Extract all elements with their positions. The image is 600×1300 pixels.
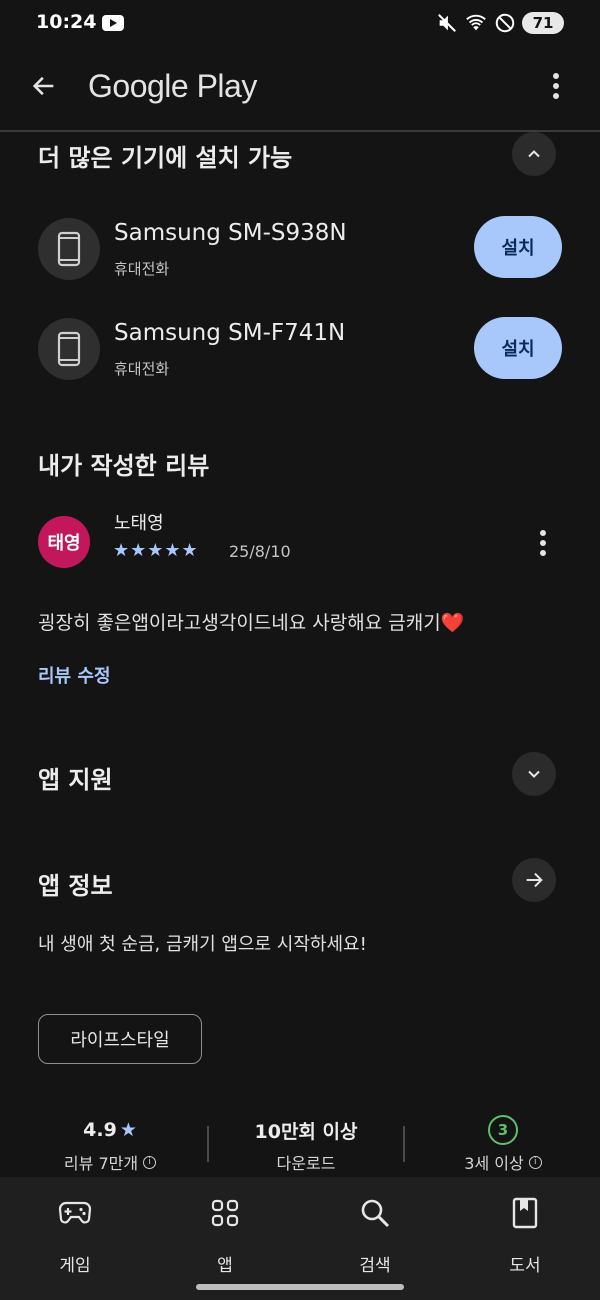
more-vert-icon: [540, 530, 546, 556]
book-icon: [507, 1195, 543, 1231]
review-more-button[interactable]: [530, 528, 556, 558]
app-description: 내 생애 첫 순금, 금캐기 앱으로 시작하세요!: [38, 934, 367, 955]
info-icon: i: [143, 1155, 157, 1169]
age-rating-label: 3세 이상: [464, 1154, 524, 1173]
stat-divider: [207, 1126, 209, 1162]
gamepad-icon: [57, 1195, 93, 1231]
nav-item-books[interactable]: 도서: [450, 1177, 600, 1277]
downloads-value: 10만회 이상: [254, 1120, 358, 1143]
nav-label-search: 검색: [359, 1256, 391, 1276]
downloads-stat: 10만회 이상 다운로드: [221, 1116, 391, 1174]
devices-section-title: 더 많은 기기에 설치 가능: [38, 144, 293, 172]
device-type: 휴대전화: [114, 360, 170, 378]
nav-label-games: 게임: [59, 1256, 91, 1276]
device-icon-container: [38, 218, 100, 280]
battery-level: 71: [532, 14, 554, 32]
arrow-forward-icon: [526, 872, 543, 888]
device-name: Samsung SM-F741N: [114, 320, 346, 346]
review-text: 굉장히 좋은앱이라고생각이드네요 사랑해요 금캐기❤️: [38, 612, 465, 634]
avatar: 태영: [38, 516, 90, 568]
expand-support-button[interactable]: [512, 752, 556, 796]
status-bar: 10:24 71: [0, 0, 600, 48]
category-chip[interactable]: 라이프스타일: [38, 1014, 202, 1064]
app-info-button[interactable]: [512, 858, 556, 902]
top-app-bar: Google Play: [0, 48, 600, 130]
phone-icon: [57, 231, 81, 267]
stat-divider: [403, 1126, 405, 1162]
apps-grid-icon: [207, 1195, 243, 1231]
nav-item-apps[interactable]: 앱: [150, 1177, 300, 1277]
review-count: 리뷰 7만개: [63, 1154, 139, 1173]
star-rating: ★★★★★: [113, 540, 199, 561]
downloads-label: 다운로드: [276, 1154, 336, 1173]
device-row: Samsung SM-F741N 휴대전화 설치: [0, 310, 600, 390]
phone-icon: [57, 331, 81, 367]
device-icon-container: [38, 318, 100, 380]
mute-icon: [438, 14, 456, 32]
do-not-disturb-icon: [495, 13, 515, 33]
wifi-icon: [466, 14, 486, 31]
device-name: Samsung SM-S938N: [114, 220, 347, 246]
review-date: 25/8/10: [229, 542, 291, 561]
install-button[interactable]: 설치: [474, 216, 562, 278]
arrow-back-icon: [32, 76, 54, 96]
reviewer-name: 노태영: [114, 513, 164, 534]
rating-value: 4.9: [83, 1119, 117, 1141]
age-rating-badge: 3: [488, 1115, 518, 1145]
app-support-title: 앱 지원: [38, 766, 113, 794]
youtube-notification-icon: [102, 15, 124, 31]
status-icons: 71: [436, 10, 564, 36]
rating-stat[interactable]: 4.9 ★ 리뷰 7만개 i: [25, 1116, 195, 1174]
my-review-title: 내가 작성한 리뷰: [38, 452, 210, 480]
edit-review-link[interactable]: 리뷰 수정: [38, 662, 111, 688]
device-type: 휴대전화: [114, 260, 170, 278]
bottom-navigation: 게임 앱 검색 도서: [0, 1177, 600, 1300]
chevron-up-icon: [528, 150, 540, 158]
nav-item-games[interactable]: 게임: [0, 1177, 150, 1277]
search-icon: [357, 1195, 393, 1231]
device-row: Samsung SM-S938N 휴대전화 설치: [0, 210, 600, 290]
chevron-down-icon: [528, 770, 540, 778]
app-bar-divider: [0, 130, 600, 132]
app-title: Google Play: [88, 68, 257, 104]
nav-label-apps: 앱: [217, 1256, 233, 1276]
age-rating-stat[interactable]: 3 3세 이상 i: [418, 1115, 588, 1174]
star-icon: ★: [119, 1119, 137, 1141]
nav-item-search[interactable]: 검색: [300, 1177, 450, 1277]
collapse-devices-button[interactable]: [512, 132, 556, 176]
home-indicator[interactable]: [196, 1284, 404, 1290]
status-time: 10:24: [36, 11, 97, 33]
back-button[interactable]: [24, 66, 64, 106]
info-icon: i: [528, 1155, 542, 1169]
app-info-title: 앱 정보: [38, 872, 113, 900]
install-button[interactable]: 설치: [474, 317, 562, 379]
more-options-button[interactable]: [536, 66, 576, 106]
more-vert-icon: [553, 73, 559, 99]
nav-label-books: 도서: [509, 1256, 541, 1276]
battery-indicator: 71: [522, 12, 564, 34]
